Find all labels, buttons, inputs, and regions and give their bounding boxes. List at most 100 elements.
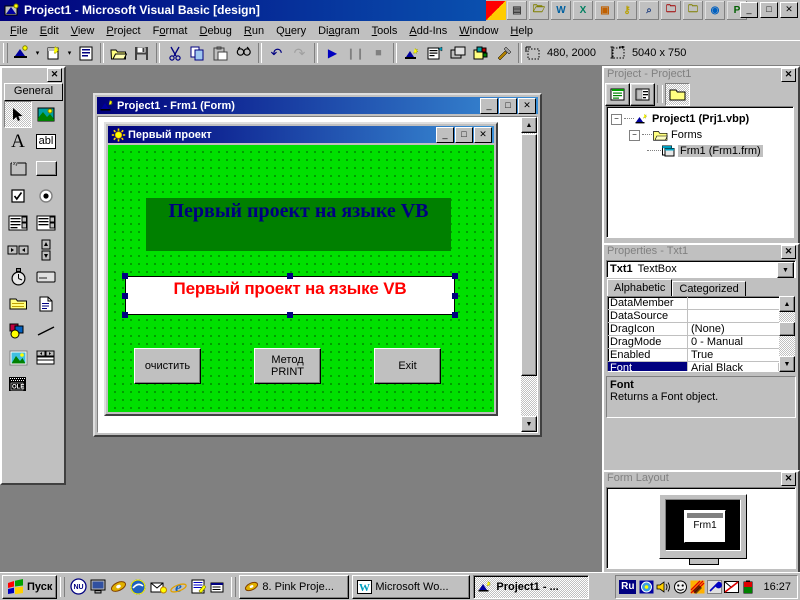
checkbox-tool[interactable]: [4, 182, 32, 209]
netscape-icon[interactable]: [128, 577, 148, 597]
property-row-datamember[interactable]: DataMember: [608, 297, 794, 310]
norton-utilities-icon[interactable]: NU: [68, 577, 88, 597]
property-row-dragicon[interactable]: DragIcon (None): [608, 323, 794, 336]
toolbar-grip[interactable]: [3, 43, 8, 63]
menu-item-query[interactable]: Query: [270, 23, 312, 39]
my-computer-icon[interactable]: [88, 577, 108, 597]
end-button[interactable]: ■: [367, 42, 390, 64]
scroll-down-button[interactable]: ▼: [521, 416, 537, 432]
listbox-tool[interactable]: [32, 209, 60, 236]
form-designer-window-controls[interactable]: _ □ ✕: [480, 98, 536, 114]
new-document-icon[interactable]: ▤: [506, 0, 528, 21]
designed-form-minimize-button[interactable]: _: [436, 127, 454, 143]
my-documents-icon[interactable]: 🗀: [660, 0, 682, 21]
project-explorer-button[interactable]: [400, 42, 423, 64]
clock[interactable]: 16:27: [763, 581, 791, 593]
language-indicator[interactable]: Ru: [619, 579, 637, 594]
winamp-icon[interactable]: [108, 577, 128, 597]
save-project-button[interactable]: [130, 42, 153, 64]
smiley-icon[interactable]: [672, 579, 688, 595]
redo-button[interactable]: ↷: [288, 42, 311, 64]
project-explorer-toolbar[interactable]: [605, 82, 795, 106]
hscrollbar-tool[interactable]: [4, 236, 32, 263]
project-explorer-close-button[interactable]: ✕: [781, 68, 796, 82]
label-tool[interactable]: A: [4, 128, 32, 155]
project-tree[interactable]: − Project1 (Prj1.vbp) − Forms Frm1 (Frm1…: [606, 106, 794, 238]
tab-categorized[interactable]: Categorized: [672, 281, 746, 297]
add-project-dropdown-arrow[interactable]: ▾: [33, 42, 42, 64]
selection-handle-e[interactable]: [452, 293, 458, 299]
properties-window-button[interactable]: [423, 42, 446, 64]
expand-collapse-root[interactable]: −: [611, 113, 622, 125]
menu-item-addins[interactable]: Add-Ins: [403, 23, 453, 39]
properties-tabs[interactable]: Alphabetic Categorized: [607, 279, 795, 297]
form-designer-vertical-scrollbar[interactable]: ▲ ▼: [521, 117, 537, 432]
outlook-express-icon[interactable]: [148, 577, 168, 597]
designed-form-close-button[interactable]: ✕: [474, 127, 492, 143]
open-project-button[interactable]: [107, 42, 130, 64]
textbox-control-box[interactable]: Первый проект на языке VB: [125, 276, 455, 315]
properties-scroll-up-button[interactable]: ▲: [779, 296, 795, 312]
timer-tool[interactable]: [4, 263, 32, 290]
chevron-down-icon[interactable]: ▼: [777, 262, 794, 278]
scroll-up-button[interactable]: ▲: [521, 117, 537, 133]
form-designer-minimize-button[interactable]: _: [480, 98, 498, 114]
properties-scrollbar-thumb[interactable]: [779, 322, 795, 336]
form-layout-close-button[interactable]: ✕: [781, 472, 796, 486]
start-button[interactable]: Пуск: [2, 574, 58, 599]
property-row-datasource[interactable]: DataSource: [608, 310, 794, 323]
volume-icon[interactable]: [638, 579, 654, 595]
selection-handle-sw[interactable]: [122, 312, 128, 318]
designed-form[interactable]: Первый проект _ □ ✕ Первый проект на язы…: [104, 122, 498, 416]
project-tree-item-row[interactable]: Frm1 (Frm1.frm): [611, 143, 793, 159]
properties-close-button[interactable]: ✕: [781, 245, 796, 259]
line-tool[interactable]: [32, 317, 60, 344]
task-pink-project[interactable]: 8. Pink Proje...: [239, 574, 350, 599]
picturebox-tool[interactable]: [32, 101, 60, 128]
combobox-tool[interactable]: [4, 209, 32, 236]
notepad-icon[interactable]: [188, 577, 208, 597]
form-designer-title-bar[interactable]: Project1 - Frm1 (Form) _ □ ✕: [97, 97, 538, 114]
task-microsoft-word[interactable]: W Microsoft Wo...: [352, 574, 471, 599]
word-icon[interactable]: W: [550, 0, 572, 21]
textbox-control-txt1[interactable]: Первый проект на языке VB: [122, 273, 458, 318]
speaker-icon[interactable]: [655, 579, 671, 595]
application-window-controls[interactable]: _ □ ✕: [740, 2, 798, 18]
form-layout-form-thumbnail[interactable]: Frm1: [684, 510, 726, 543]
label-control-lbl1[interactable]: Первый проект на языке VB: [146, 198, 451, 251]
form-designer-close-button[interactable]: ✕: [518, 98, 536, 114]
menu-item-diagram[interactable]: Diagram: [312, 23, 366, 39]
filelistbox-tool[interactable]: [32, 290, 60, 317]
selection-handle-se[interactable]: [452, 312, 458, 318]
quick-launch-grip[interactable]: [60, 576, 66, 597]
properties-scroll-down-button[interactable]: ▼: [779, 356, 795, 372]
expand-collapse-forms[interactable]: −: [629, 129, 640, 141]
property-row-font[interactable]: Font Arial Black ...: [608, 362, 794, 371]
print-method-button[interactable]: Метод PRINT: [254, 348, 321, 384]
view-object-button[interactable]: [630, 82, 655, 106]
task-area-grip[interactable]: [231, 576, 237, 597]
add-project-button[interactable]: [10, 42, 33, 64]
undo-button[interactable]: ↶: [265, 42, 288, 64]
menu-item-view[interactable]: View: [65, 23, 101, 39]
view-code-button[interactable]: [605, 82, 630, 106]
frame-tool[interactable]: xy: [4, 155, 32, 182]
optionbutton-tool[interactable]: [32, 182, 60, 209]
toolbox-title-bar[interactable]: ✕: [2, 68, 64, 82]
menu-item-debug[interactable]: Debug: [193, 23, 237, 39]
open-folder-icon[interactable]: 🗁: [528, 0, 550, 21]
selection-handle-s[interactable]: [287, 312, 293, 318]
data-tool[interactable]: [32, 344, 60, 371]
toggle-folders-button[interactable]: [665, 82, 690, 106]
object-browser-button[interactable]: [469, 42, 492, 64]
menu-item-project[interactable]: Project: [100, 23, 146, 39]
image-tool[interactable]: [4, 344, 32, 371]
shape-tool[interactable]: [4, 317, 32, 344]
clear-button[interactable]: очистить: [134, 348, 201, 384]
close-button[interactable]: ✕: [780, 2, 798, 18]
add-form-dropdown-arrow[interactable]: ▾: [65, 42, 74, 64]
favorites-folder-icon[interactable]: 🗀: [682, 0, 704, 21]
battery-icon[interactable]: [740, 579, 756, 595]
break-button[interactable]: ❙❙: [344, 42, 367, 64]
find-file-icon[interactable]: ⌕: [638, 0, 660, 21]
